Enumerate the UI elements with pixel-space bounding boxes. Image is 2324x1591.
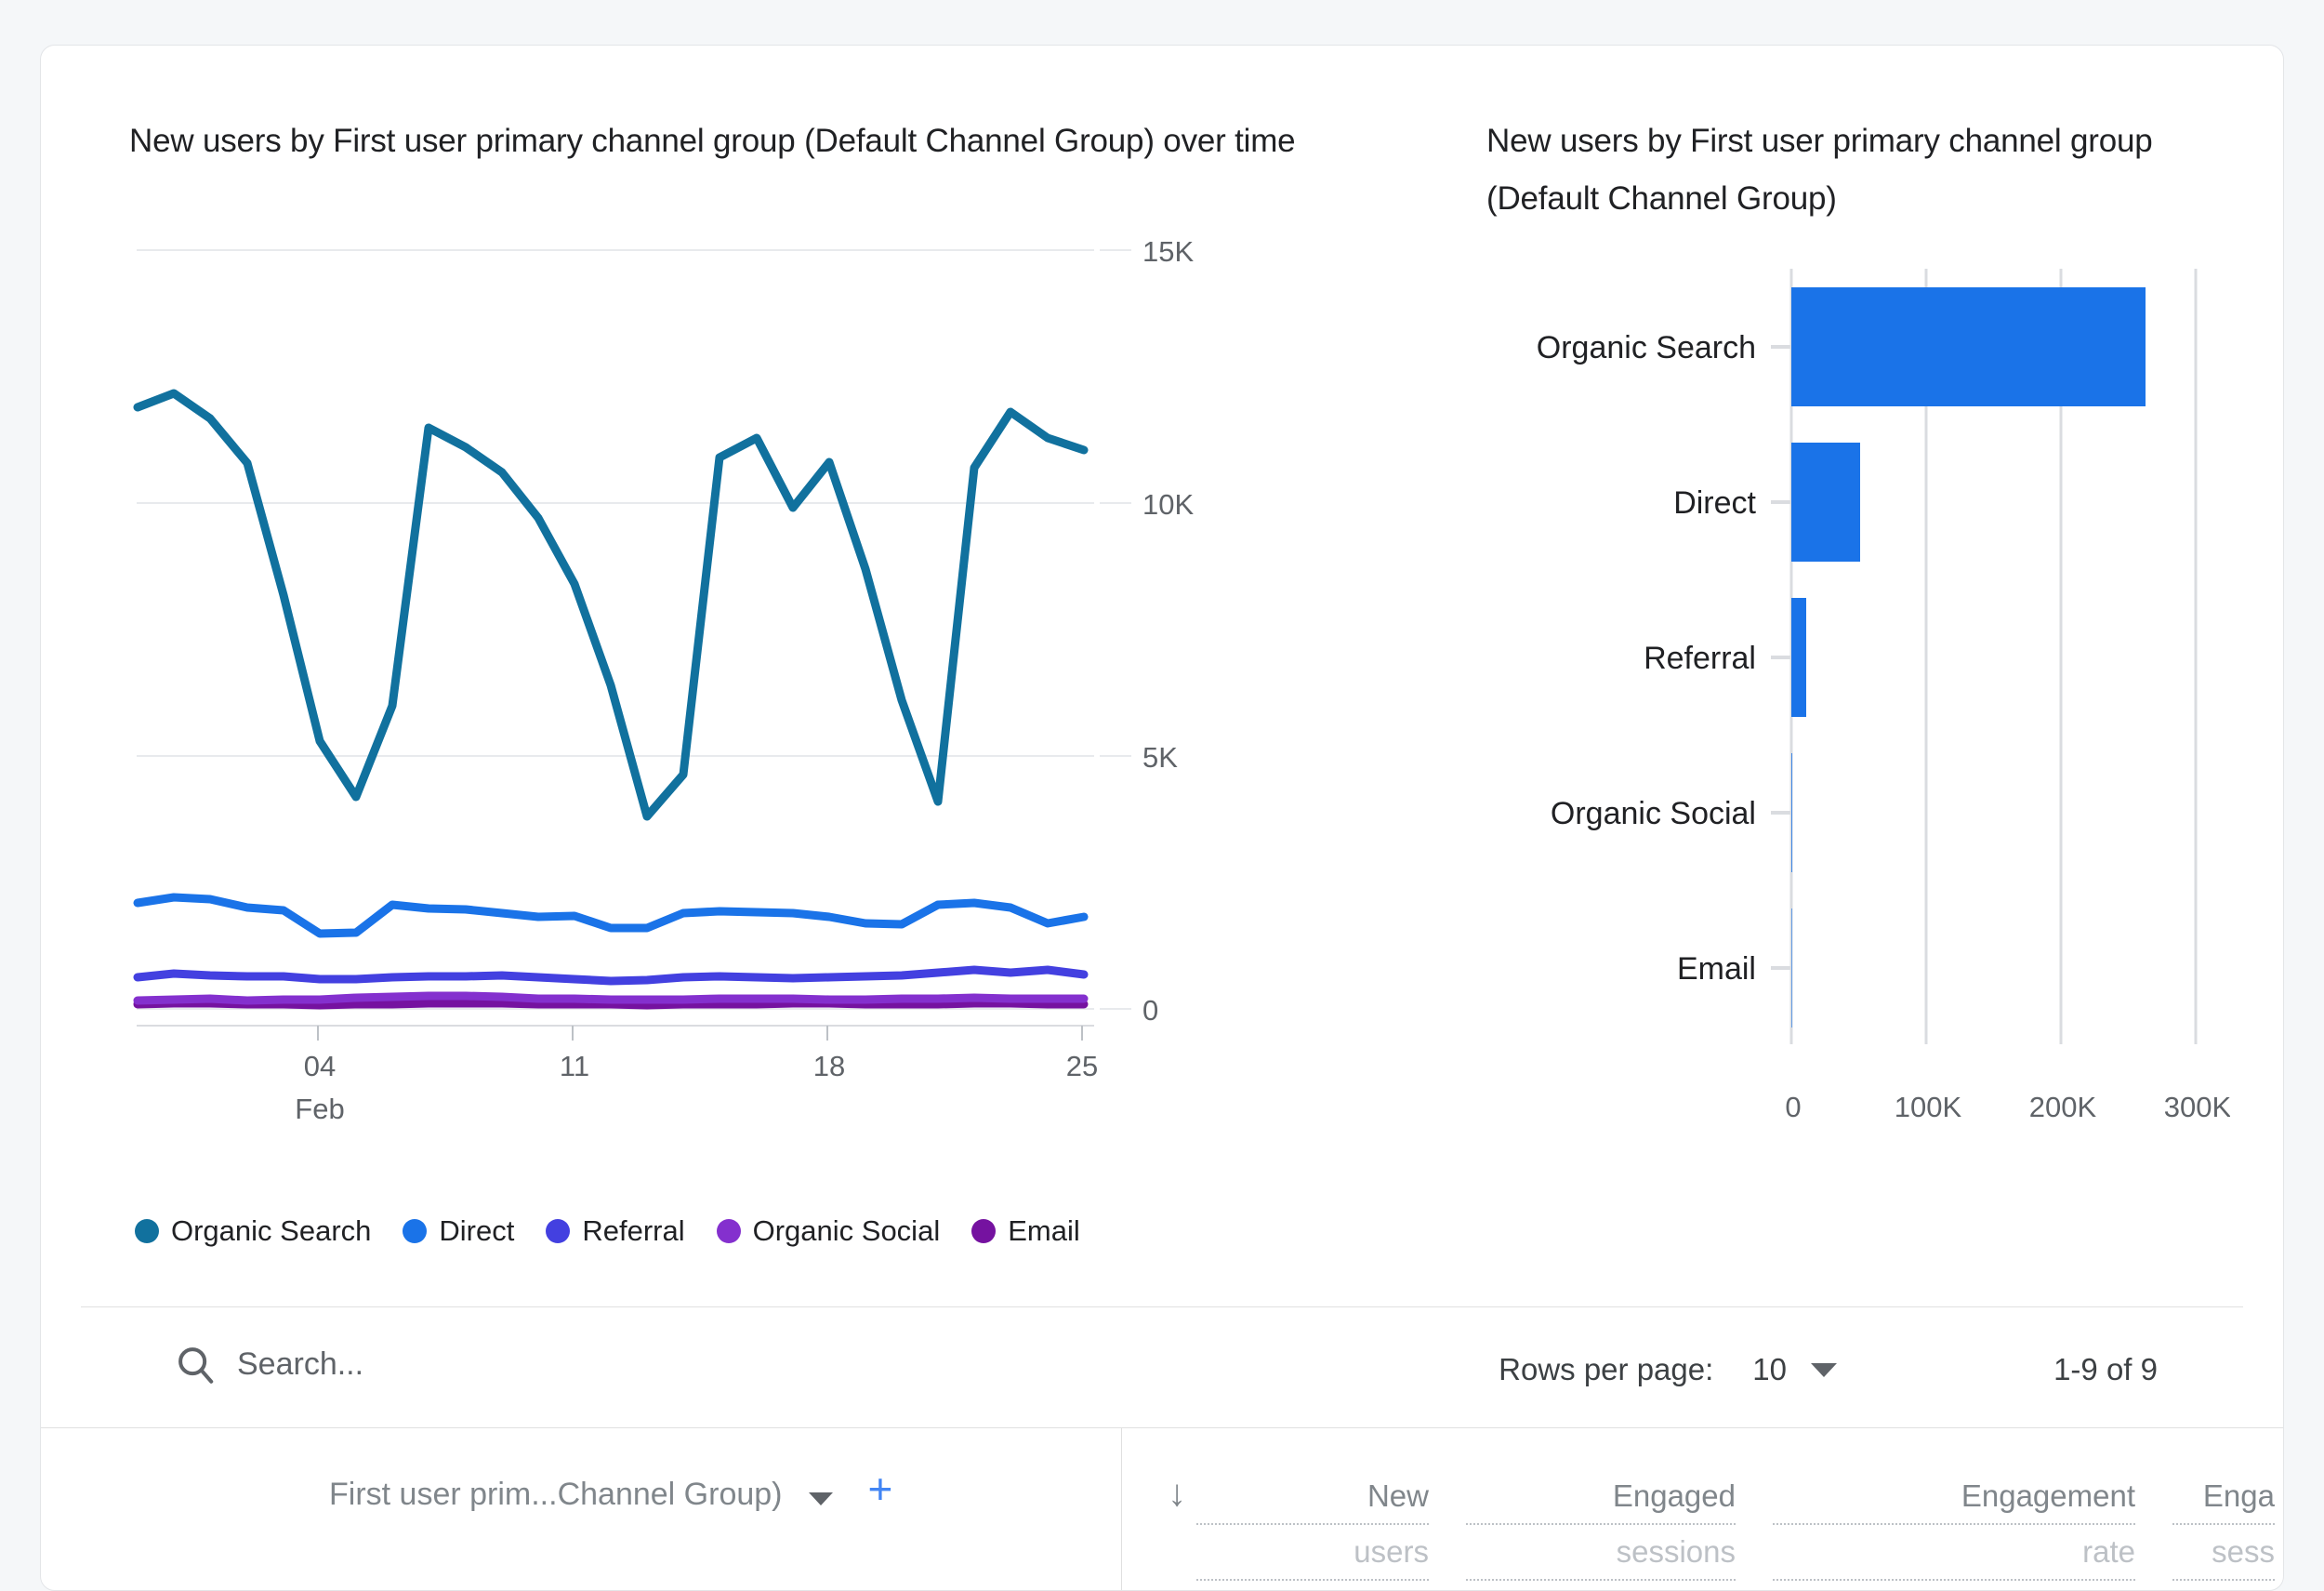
column-header-engagement-rate[interactable]: Engagement rate xyxy=(1773,1469,2135,1581)
x-tick-11: 11 xyxy=(560,1050,589,1082)
y-tick-0: 0 xyxy=(1142,994,1158,1027)
legend-item-referral[interactable]: Referral xyxy=(546,1214,684,1248)
column-header-line2: sess xyxy=(2172,1525,2275,1581)
legend-label-organic-social: Organic Social xyxy=(753,1214,941,1248)
line-chart-legend: Organic Search Direct Referral Organic S… xyxy=(135,1214,1112,1248)
legend-dot-referral xyxy=(546,1219,570,1243)
legend-label-organic-search: Organic Search xyxy=(171,1214,371,1248)
rows-per-page-value: 10 xyxy=(1752,1352,1787,1387)
legend-item-organic-social[interactable]: Organic Social xyxy=(717,1214,941,1248)
x-axis-labels: 04 Feb 11 18 25 xyxy=(295,1050,1098,1125)
line-chart-panel: New users by First user primary channel … xyxy=(129,113,1366,1293)
column-header-line1: Enga xyxy=(2172,1469,2275,1525)
bar-category-labels: Organic Search Direct Referral Organic S… xyxy=(1537,330,1757,987)
chevron-down-icon[interactable] xyxy=(809,1492,833,1505)
line-chart-title: New users by First user primary channel … xyxy=(129,113,1366,170)
legend-dot-organic-social xyxy=(717,1219,741,1243)
search-input[interactable] xyxy=(237,1346,795,1383)
dimension-selector-label[interactable]: First user prim...Channel Group) xyxy=(329,1477,783,1513)
legend-label-referral: Referral xyxy=(582,1214,684,1248)
column-header-new-users[interactable]: New users xyxy=(1196,1469,1429,1581)
y-tick-5k: 5K xyxy=(1142,741,1178,774)
bar-chart-svg: Organic Search Direct Referral Organic S… xyxy=(1486,243,2230,1228)
column-header-engaged-sessions-per-user[interactable]: Enga sess per xyxy=(2172,1469,2275,1591)
table-toolbar: Rows per page: 10 1-9 of 9 xyxy=(41,1307,2283,1427)
report-card: New users by First user primary channel … xyxy=(40,45,2284,1591)
x-tick-feb: Feb xyxy=(295,1093,344,1125)
legend-item-email[interactable]: Email xyxy=(971,1214,1080,1248)
axis-tick-stubs xyxy=(1100,250,1131,1009)
x-tick-0: 0 xyxy=(1785,1091,1801,1123)
y-tick-15k: 15K xyxy=(1142,235,1194,268)
search-icon xyxy=(174,1343,217,1385)
x-tick-04: 04 xyxy=(304,1050,336,1082)
column-header-line2: rate xyxy=(1773,1525,2135,1581)
line-chart-plot[interactable]: 15K 10K 5K 0 xyxy=(129,228,1366,1213)
bars xyxy=(1791,287,2146,1028)
bar-label-organic-social: Organic Social xyxy=(1551,796,1756,831)
bar-email xyxy=(1791,908,1792,1028)
legend-dot-organic-search xyxy=(135,1219,159,1243)
bar-organic-social xyxy=(1791,753,1792,872)
bar-organic-search xyxy=(1791,287,2146,406)
bar-x-axis-labels: 0 100K 200K 300K xyxy=(1785,1091,2230,1123)
x-tick-18: 18 xyxy=(813,1050,845,1082)
bar-label-referral: Referral xyxy=(1644,641,1756,676)
table-header-row: First user prim...Channel Group) + ↓ New… xyxy=(41,1427,2283,1591)
legend-item-organic-search[interactable]: Organic Search xyxy=(135,1214,371,1248)
bar-referral xyxy=(1791,598,1806,717)
bar-chart-plot[interactable]: Organic Search Direct Referral Organic S… xyxy=(1486,243,2230,1228)
charts-region: New users by First user primary channel … xyxy=(41,46,2283,1306)
column-header-line1: Engagement xyxy=(1773,1469,2135,1525)
bar-label-organic-search: Organic Search xyxy=(1537,330,1756,365)
rows-per-page-control[interactable]: Rows per page: 10 xyxy=(1499,1352,1837,1387)
y-tick-10k: 10K xyxy=(1142,488,1194,521)
arrow-down-icon[interactable]: ↓ xyxy=(1168,1475,1186,1512)
legend-label-direct: Direct xyxy=(439,1214,514,1248)
chevron-down-icon[interactable] xyxy=(1811,1363,1837,1377)
gridlines xyxy=(137,250,1094,1009)
rows-per-page-label: Rows per page: xyxy=(1499,1352,1713,1387)
analytics-report-page: New users by First user primary channel … xyxy=(0,0,2324,1591)
legend-dot-email xyxy=(971,1219,996,1243)
bar-chart-panel: New users by First user primary channel … xyxy=(1486,113,2230,1293)
legend-dot-direct xyxy=(403,1219,427,1243)
column-header-line1: Engaged xyxy=(1466,1469,1736,1525)
x-tick-100k: 100K xyxy=(1895,1091,1962,1123)
x-tick-300k: 300K xyxy=(2164,1091,2230,1123)
y-axis-labels: 15K 10K 5K 0 xyxy=(1142,235,1194,1027)
bar-category-ticks xyxy=(1771,347,1791,968)
column-header-engaged-sessions[interactable]: Engaged sessions xyxy=(1466,1469,1736,1581)
x-tick-marks xyxy=(318,1026,1082,1041)
column-header-line1: New xyxy=(1196,1469,1429,1525)
plus-icon[interactable]: + xyxy=(868,1473,893,1505)
series-line-organic-social xyxy=(138,996,1084,1001)
bar-label-direct: Direct xyxy=(1673,485,1756,521)
legend-item-direct[interactable]: Direct xyxy=(403,1214,514,1248)
x-tick-25: 25 xyxy=(1066,1050,1098,1082)
legend-label-email: Email xyxy=(1008,1214,1080,1248)
x-tick-200k: 200K xyxy=(2029,1091,2097,1123)
line-chart-svg: 15K 10K 5K 0 xyxy=(129,228,1366,1213)
column-header-line3: per xyxy=(2172,1581,2275,1591)
dimension-header-cell: First user prim...Channel Group) + xyxy=(41,1428,1122,1591)
series-line-referral xyxy=(138,970,1084,981)
metric-headers: ↓ New users Engaged sessions Engagement … xyxy=(1122,1428,2283,1591)
column-header-line2: sessions xyxy=(1466,1525,1736,1581)
series-line-direct xyxy=(138,897,1084,934)
bar-direct xyxy=(1791,443,1860,562)
search-field[interactable] xyxy=(174,1343,795,1385)
bar-label-email: Email xyxy=(1677,951,1756,987)
bar-chart-title: New users by First user primary channel … xyxy=(1486,113,2230,228)
column-header-line2: users xyxy=(1196,1525,1429,1581)
series-line-organic-search xyxy=(138,393,1084,816)
pagination-range: 1-9 of 9 xyxy=(2053,1352,2158,1387)
